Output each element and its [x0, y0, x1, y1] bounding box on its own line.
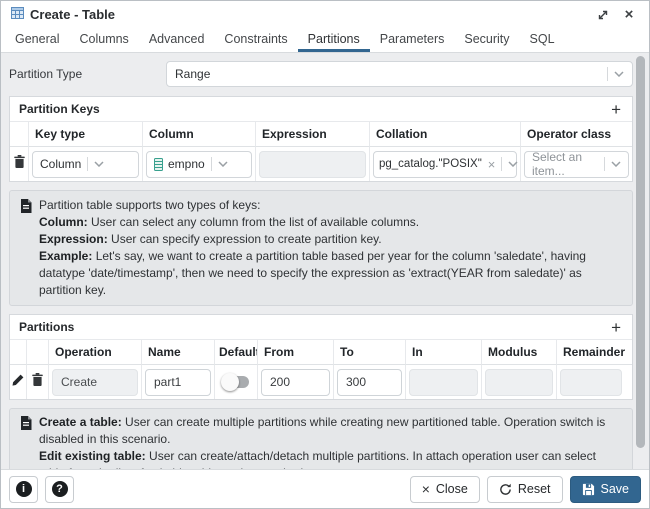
pencil-icon	[12, 373, 24, 391]
scrollbar-track[interactable]	[635, 54, 648, 468]
clear-icon[interactable]: ×	[488, 157, 496, 172]
in-input[interactable]	[409, 369, 478, 396]
footer: i ? × Close Reset Save	[1, 469, 649, 508]
info-icon: i	[16, 481, 32, 497]
header-default: Default	[214, 340, 257, 365]
chevron-down-icon	[218, 161, 228, 167]
header-modulus: Modulus	[481, 340, 556, 365]
partitions-panel: Partitions + Operation Name Default From…	[9, 314, 633, 400]
modulus-input[interactable]	[485, 369, 553, 396]
title-bar: Create - Table ×	[1, 1, 649, 28]
tab-partitions[interactable]: Partitions	[298, 28, 370, 52]
chevron-down-icon	[611, 161, 621, 167]
note-line: Edit existing table: User can create/att…	[39, 448, 622, 469]
partition-keys-note: Partition table supports two types of ke…	[9, 190, 633, 306]
sql-info-button[interactable]: i	[9, 476, 38, 503]
maximize-icon[interactable]	[593, 5, 613, 25]
reset-icon	[499, 483, 512, 496]
remainder-input[interactable]	[560, 369, 622, 396]
close-x-icon: ×	[422, 482, 430, 496]
scrollbar-thumb[interactable]	[636, 56, 645, 448]
chevron-down-icon	[614, 71, 624, 77]
close-button[interactable]: × Close	[410, 476, 480, 503]
add-partition-key-icon[interactable]: +	[609, 101, 623, 118]
header-collation: Collation	[369, 122, 520, 147]
partition-keys-title: Partition Keys	[19, 102, 100, 116]
collation-select[interactable]: pg_catalog."POSIX" ×	[373, 151, 517, 178]
note-icon	[20, 199, 32, 299]
tab-general[interactable]: General	[5, 28, 69, 52]
partitions-tab-content: Partition Type Range Partition Keys + Ke…	[1, 53, 649, 469]
reset-button[interactable]: Reset	[487, 476, 563, 503]
default-toggle[interactable]	[221, 375, 251, 389]
header-expression: Expression	[255, 122, 369, 147]
note-icon	[20, 416, 32, 469]
header-from: From	[257, 340, 333, 365]
column-icon	[154, 158, 163, 171]
note-line: Create a table: User can create multiple…	[39, 414, 622, 448]
note-line: Partition table supports two types of ke…	[39, 197, 622, 214]
table-icon	[11, 6, 24, 24]
tab-bar: General Columns Advanced Constraints Par…	[1, 28, 649, 53]
key-column-select[interactable]: empno	[146, 151, 252, 178]
partition-type-label: Partition Type	[9, 67, 166, 81]
partition-keys-panel: Partition Keys + Key type Column Express…	[9, 96, 633, 182]
partitions-grid: Operation Name Default From To In Modulu…	[10, 340, 632, 399]
partition-keys-grid: Key type Column Expression Collation Ope…	[10, 122, 632, 181]
chevron-down-icon	[508, 161, 518, 167]
header-column: Column	[142, 122, 255, 147]
partitions-title: Partitions	[19, 320, 74, 334]
chevron-down-icon	[94, 161, 104, 167]
trash-icon	[32, 373, 43, 391]
partition-name-input[interactable]	[145, 369, 211, 396]
save-icon	[582, 483, 595, 496]
header-key-type: Key type	[28, 122, 142, 147]
tab-columns[interactable]: Columns	[69, 28, 138, 52]
trash-icon	[14, 155, 25, 173]
create-table-dialog: Create - Table × General Columns Advance…	[0, 0, 650, 509]
partition-type-row: Partition Type Range	[9, 61, 633, 87]
note-line: Example: Let's say, we want to create a …	[39, 248, 622, 299]
header-to: To	[333, 340, 405, 365]
add-partition-icon[interactable]: +	[609, 319, 623, 336]
partition-type-select[interactable]: Range	[166, 61, 633, 87]
header-name: Name	[141, 340, 214, 365]
dialog-title: Create - Table	[30, 7, 115, 22]
from-input[interactable]	[261, 369, 330, 396]
tab-advanced[interactable]: Advanced	[139, 28, 215, 52]
help-button[interactable]: ?	[45, 476, 74, 503]
tab-constraints[interactable]: Constraints	[214, 28, 297, 52]
note-line: Expression: User can specify expression …	[39, 231, 622, 248]
partitions-note: Create a table: User can create multiple…	[9, 408, 633, 469]
note-line: Column: User can select any column from …	[39, 214, 622, 231]
close-icon[interactable]: ×	[619, 5, 639, 25]
to-input[interactable]	[337, 369, 402, 396]
edit-partition-row-button[interactable]	[10, 365, 26, 399]
tab-parameters[interactable]: Parameters	[370, 28, 455, 52]
expression-input[interactable]	[259, 151, 366, 178]
tab-security[interactable]: Security	[454, 28, 519, 52]
help-icon: ?	[52, 481, 68, 497]
key-type-select[interactable]: Column	[32, 151, 139, 178]
delete-key-row-button[interactable]	[10, 147, 28, 181]
header-operator-class: Operator class	[520, 122, 632, 147]
tab-sql[interactable]: SQL	[520, 28, 565, 52]
operation-input[interactable]	[52, 369, 138, 396]
header-operation: Operation	[48, 340, 141, 365]
operator-class-select[interactable]: Select an item...	[524, 151, 629, 178]
partition-type-value: Range	[175, 67, 601, 81]
delete-partition-row-button[interactable]	[26, 365, 48, 399]
header-in: In	[405, 340, 481, 365]
header-remainder: Remainder	[556, 340, 632, 365]
save-button[interactable]: Save	[570, 476, 642, 503]
